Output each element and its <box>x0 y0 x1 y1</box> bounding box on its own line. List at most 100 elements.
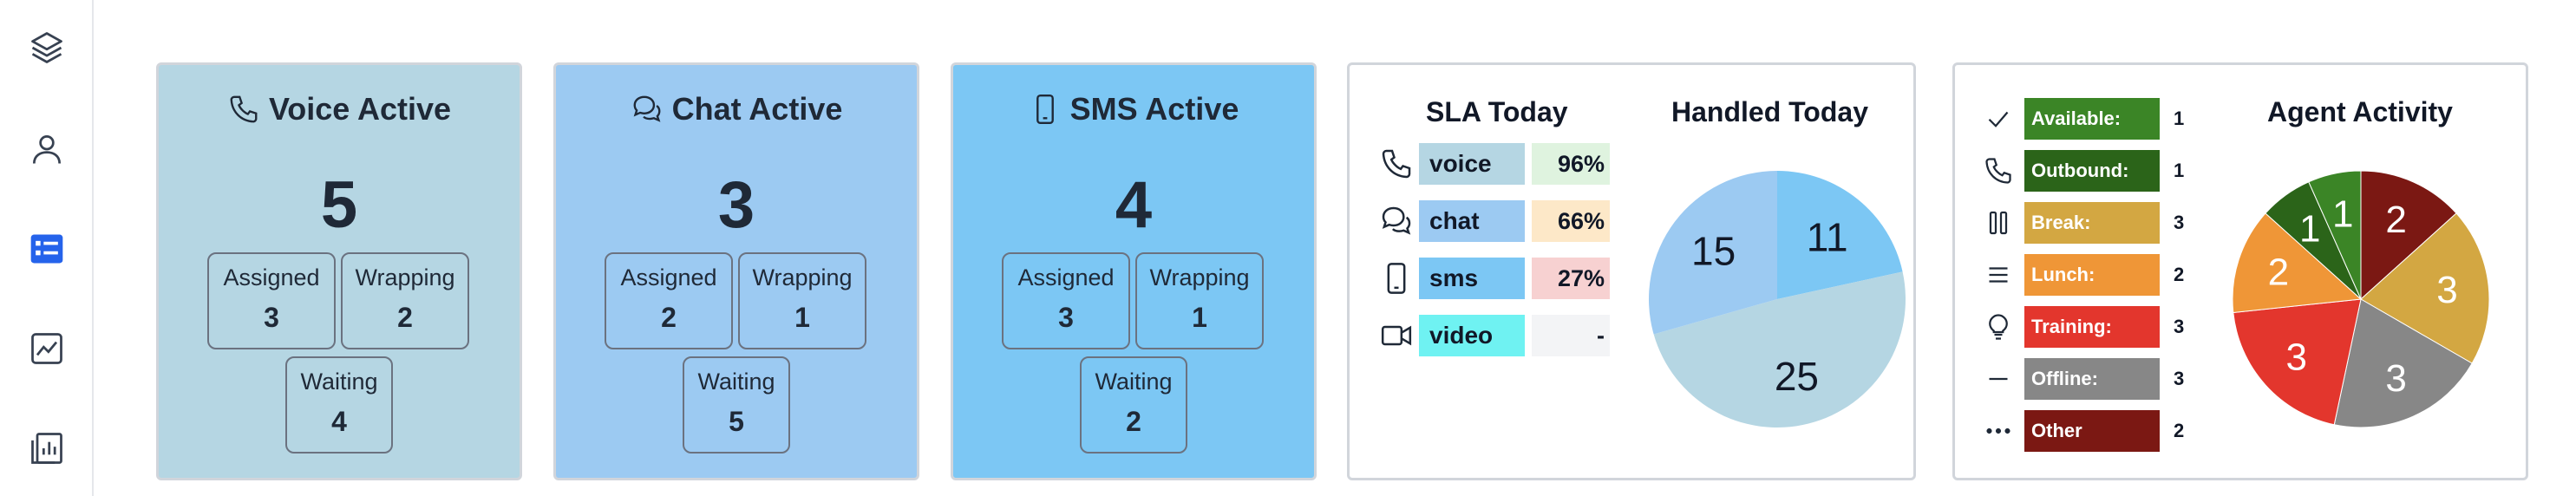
layers-icon <box>31 32 62 63</box>
assigned-stat: Assigned 3 <box>207 252 336 349</box>
activity-label: Offline: <box>2024 358 2160 400</box>
sla-title: SLA Today <box>1426 96 1568 127</box>
assigned-value: 3 <box>264 302 279 333</box>
pie-slice-label: 2 <box>2268 251 2289 294</box>
sla-percent: - <box>1532 315 1610 356</box>
sla-channel-name: voice <box>1419 143 1525 185</box>
waiting-stat: Waiting 2 <box>1080 356 1187 454</box>
activity-count: 3 <box>2174 316 2185 337</box>
card-title-text: Chat Active <box>671 91 843 127</box>
nav-users[interactable] <box>21 123 73 175</box>
waiting-value: 5 <box>729 406 744 437</box>
sla-channel-name: chat <box>1419 200 1525 242</box>
user-icon <box>32 134 62 164</box>
wrapping-value: 1 <box>1192 302 1207 333</box>
nav-trends[interactable] <box>21 323 73 375</box>
sla-row-voice: voice 96% <box>1376 143 1610 185</box>
agent-activity-panel: Available: 1 Outbound: 1 Break: 3 Lunch: 2 Train… <box>1952 62 2528 480</box>
more-icon <box>1986 427 2010 434</box>
nav-layers[interactable] <box>21 22 73 74</box>
card-title-text: SMS Active <box>1069 91 1239 127</box>
activity-label: Training: <box>2024 306 2160 348</box>
activity-label: Available: <box>2024 98 2160 140</box>
activity-icon-wrap <box>1981 362 2016 396</box>
wrapping-label: Wrapping <box>355 264 455 290</box>
handled-title: Handled Today <box>1671 96 1868 127</box>
list-card-icon <box>30 234 63 264</box>
trend-chart-icon <box>31 333 62 364</box>
activity-count: 1 <box>2174 108 2185 129</box>
sms-active-card: SMS Active 4 Assigned 3 Wrapping 1 Waiti… <box>951 62 1317 480</box>
pie-slice-label: 3 <box>2285 336 2306 378</box>
assigned-value: 2 <box>661 302 677 333</box>
mobile-icon <box>1036 94 1054 125</box>
activity-count: 2 <box>2174 264 2185 285</box>
activity-label: Lunch: <box>2024 254 2160 296</box>
wrapping-label: Wrapping <box>1149 264 1250 290</box>
card-title: Chat Active <box>556 91 917 127</box>
pie-slice-label: 1 <box>2332 193 2353 236</box>
activity-pie-chart: 233321 1 <box>2232 170 2490 428</box>
phone-icon <box>230 95 258 123</box>
wrapping-value: 2 <box>397 302 413 333</box>
activity-icon-wrap <box>1981 414 2016 448</box>
activity-icon-wrap <box>1981 101 2016 136</box>
wrapping-stat: Wrapping 1 <box>1135 252 1264 349</box>
pie-slice-label: 25 <box>1775 354 1819 399</box>
handled-pie-chart: 11 25 15 <box>1649 171 1906 427</box>
phone-icon <box>1382 149 1411 179</box>
check-icon <box>1988 111 2009 127</box>
menu-icon <box>1989 267 2008 283</box>
chat-icon <box>1382 206 1411 235</box>
assigned-label: Assigned <box>1017 264 1115 290</box>
waiting-label: Waiting <box>697 369 775 395</box>
wrapping-label: Wrapping <box>752 264 853 290</box>
activity-icon-wrap <box>1981 310 2016 344</box>
nav-dashboard[interactable] <box>21 223 73 275</box>
pie-slice-label: 3 <box>2436 269 2457 311</box>
activity-count: 3 <box>2174 212 2185 233</box>
active-count: 4 <box>1115 168 1153 242</box>
assigned-stat: Assigned 3 <box>1002 252 1130 349</box>
dash-icon <box>1989 377 2008 381</box>
sla-row-chat: chat 66% <box>1376 200 1610 242</box>
activity-label: Break: <box>2024 202 2160 244</box>
waiting-label: Waiting <box>300 369 378 395</box>
activity-icon-wrap <box>1981 258 2016 292</box>
mobile-icon <box>1387 263 1406 294</box>
waiting-stat: Waiting 4 <box>285 356 393 454</box>
pie-slice-label: 1 <box>2299 208 2320 251</box>
assigned-label: Assigned <box>223 264 320 290</box>
activity-icon-wrap <box>1981 206 2016 240</box>
activity-icon-wrap <box>1981 153 2016 188</box>
assigned-label: Assigned <box>620 264 717 290</box>
sla-percent: 66% <box>1532 200 1610 242</box>
activity-title: Agent Activity <box>2267 96 2453 127</box>
active-count: 5 <box>320 168 358 242</box>
waiting-value: 4 <box>331 406 347 437</box>
sla-row-video: video - <box>1376 315 1610 356</box>
activity-label: Other <box>2024 410 2160 452</box>
sla-percent: 27% <box>1532 258 1610 299</box>
video-icon <box>1381 325 1412 346</box>
wrapping-stat: Wrapping 1 <box>738 252 866 349</box>
chat-icon <box>633 95 661 122</box>
sla-channel-name: sms <box>1419 258 1525 299</box>
chat-active-card: Chat Active 3 Assigned 2 Wrapping 1 Wait… <box>553 62 919 480</box>
card-title: SMS Active <box>953 91 1314 127</box>
sla-icon-wrap <box>1376 143 1417 185</box>
assigned-value: 3 <box>1058 302 1074 333</box>
active-count: 3 <box>717 168 755 242</box>
nav-reports[interactable] <box>21 422 73 474</box>
voice-active-card: Voice Active 5 Assigned 3 Wrapping 2 Wai… <box>156 62 522 480</box>
wrapping-value: 1 <box>794 302 810 333</box>
pie-slice-label: 3 <box>2385 357 2406 400</box>
card-title-text: Voice Active <box>268 91 452 127</box>
card-title: Voice Active <box>159 91 520 127</box>
sla-row-sms: sms 27% <box>1376 258 1610 299</box>
activity-count: 1 <box>2174 160 2185 181</box>
waiting-stat: Waiting 5 <box>683 356 790 454</box>
pause-icon <box>1989 211 2008 235</box>
report-icon <box>31 433 62 464</box>
sla-icon-wrap <box>1376 258 1417 299</box>
